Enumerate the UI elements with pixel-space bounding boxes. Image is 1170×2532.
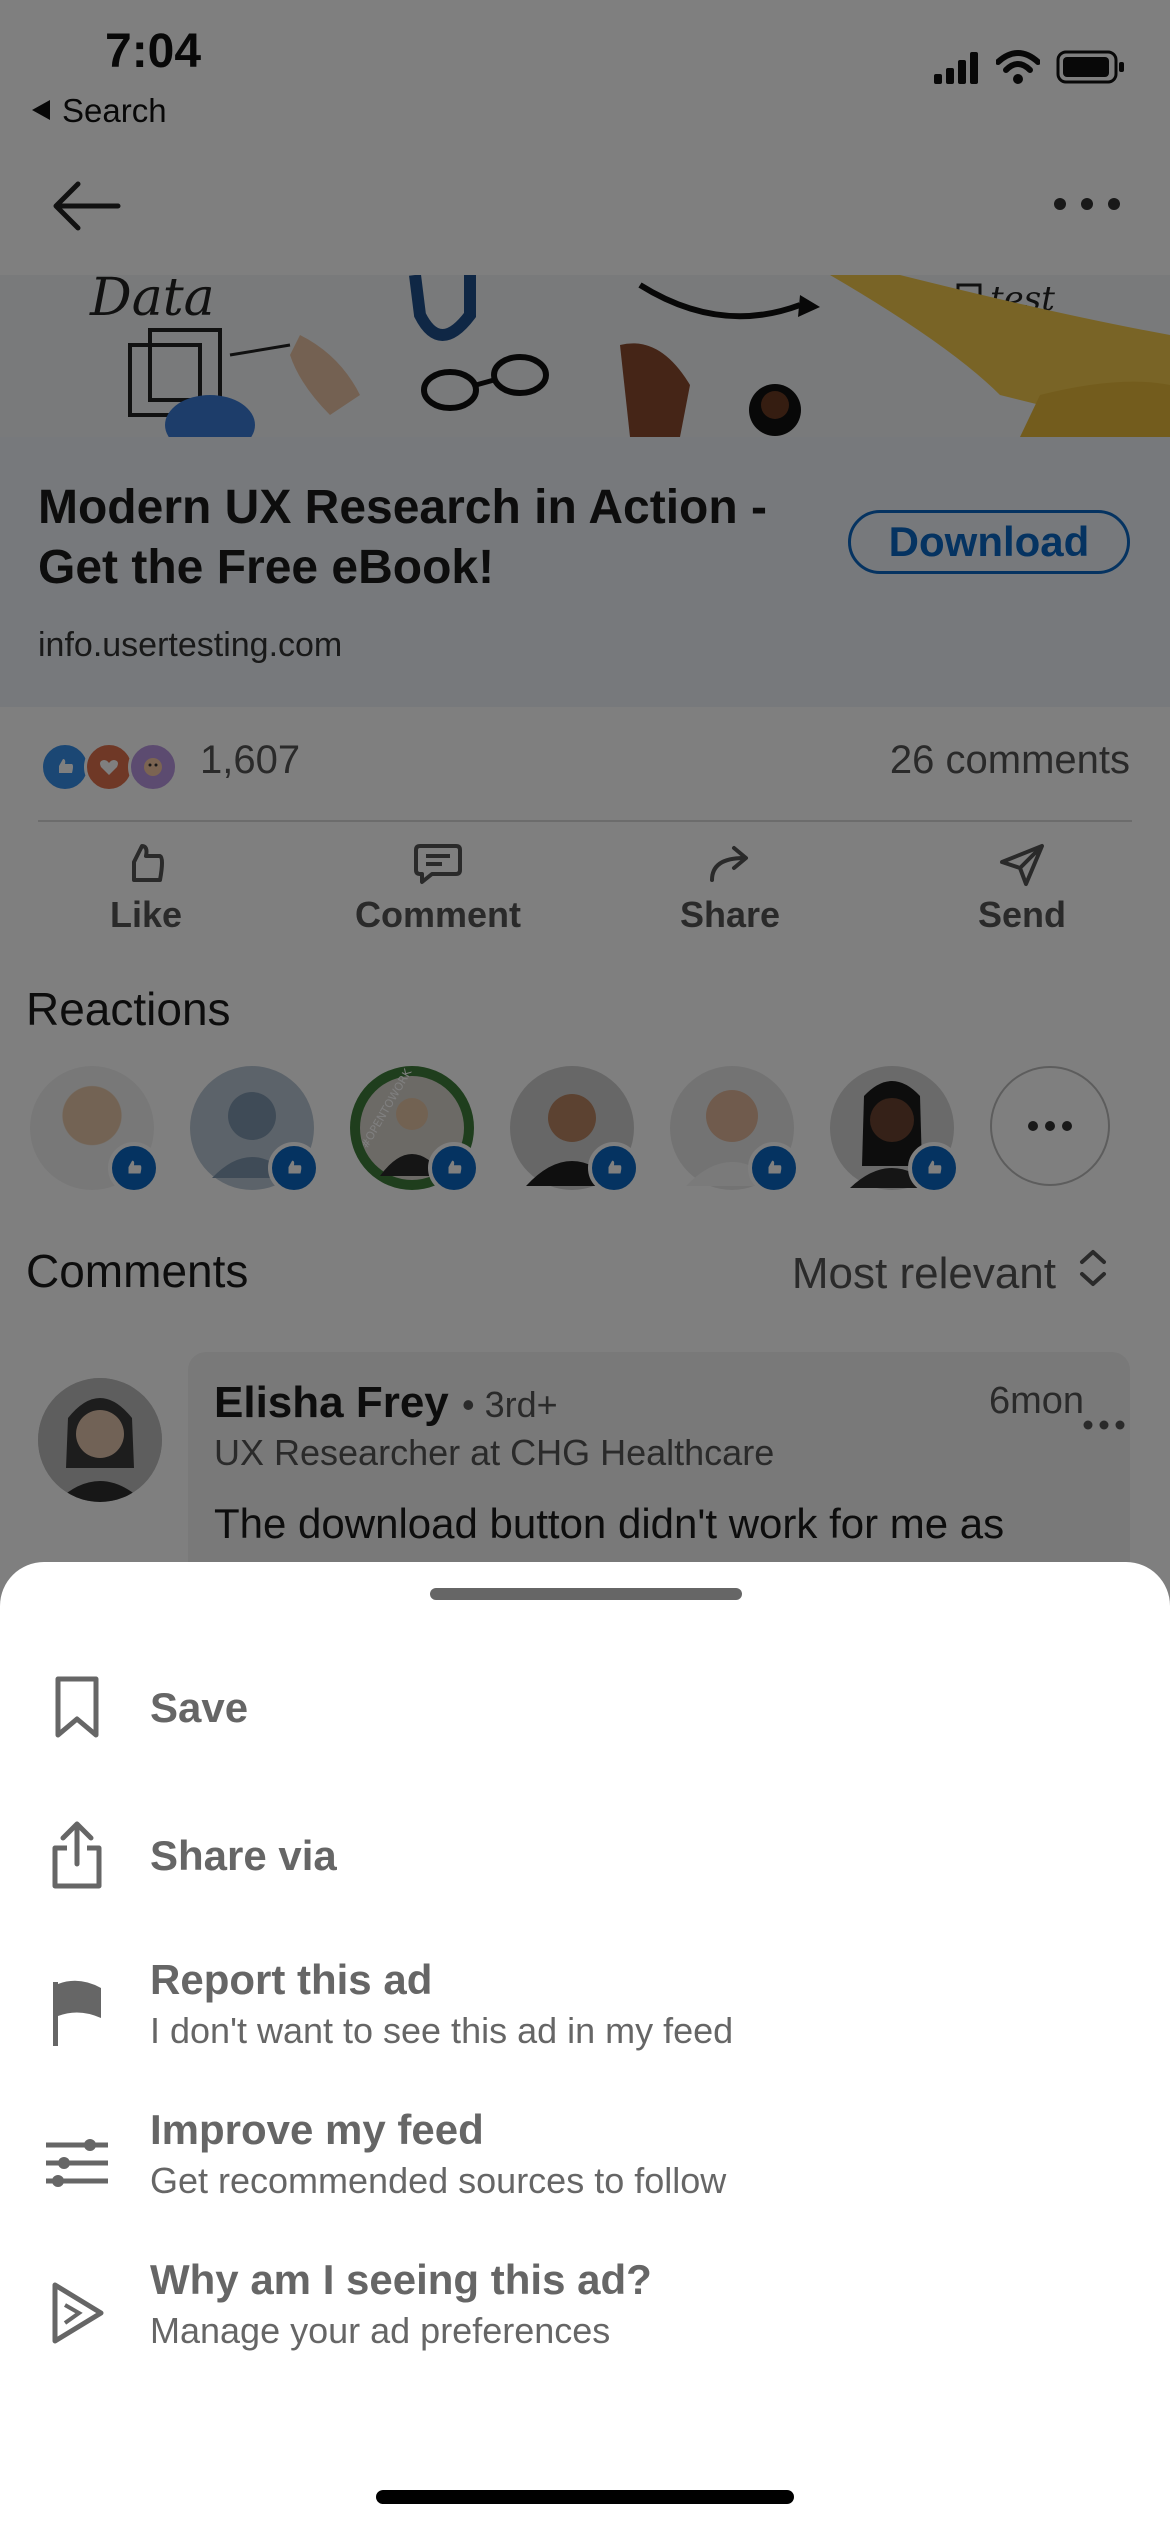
sheet-item-title: Save	[150, 1684, 249, 1731]
flag-icon	[42, 1978, 112, 2048]
sliders-icon	[42, 2128, 112, 2198]
sheet-item-save[interactable]: Save	[0, 1642, 1170, 1772]
sheet-item-title: Improve my feed	[150, 2106, 484, 2153]
sheet-item-subtitle: Get recommended sources to follow	[150, 2160, 727, 2201]
ad-preferences-icon	[42, 2278, 112, 2348]
sheet-item-subtitle: Manage your ad preferences	[150, 2310, 611, 2351]
sheet-item-title: Why am I seeing this ad?	[150, 2256, 652, 2303]
home-indicator[interactable]	[376, 2490, 794, 2504]
sheet-item-improve-feed[interactable]: Improve my feed Get recommended sources …	[0, 2098, 1170, 2228]
bookmark-icon	[42, 1672, 112, 1742]
share-upload-icon	[42, 1820, 112, 1890]
sheet-drag-handle[interactable]	[430, 1588, 742, 1600]
sheet-item-title: Report this ad	[150, 1956, 433, 2003]
sheet-item-subtitle: I don't want to see this ad in my feed	[150, 2010, 734, 2051]
sheet-item-title: Share via	[150, 1832, 337, 1879]
sheet-item-report-ad[interactable]: Report this ad I don't want to see this …	[0, 1948, 1170, 2078]
sheet-item-share-via[interactable]: Share via	[0, 1790, 1170, 1920]
sheet-item-why-ad[interactable]: Why am I seeing this ad? Manage your ad …	[0, 2248, 1170, 2378]
